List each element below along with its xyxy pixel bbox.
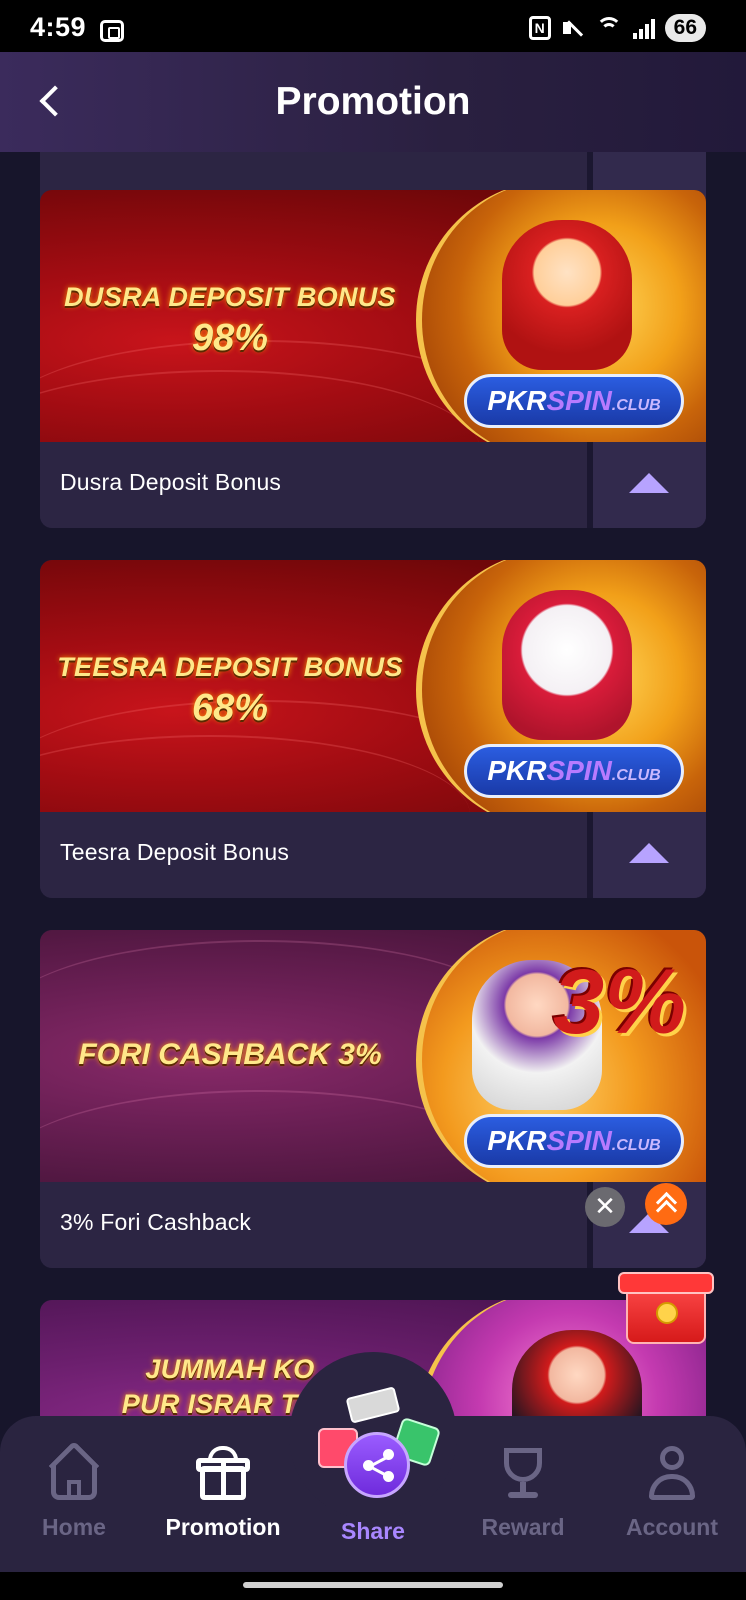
promotion-card[interactable]: TEESRA DEPOSIT BONUS 68% PKRSPIN.CLUB Te… xyxy=(40,560,706,898)
close-floating-button[interactable]: ✕ xyxy=(585,1187,625,1227)
banner-headline: DUSRA DEPOSIT BONUS 98% xyxy=(40,282,420,360)
status-icons: N 66 xyxy=(528,14,706,42)
gift-icon xyxy=(194,1444,252,1502)
nfc-icon: N xyxy=(528,16,551,40)
banner-percent: 68% xyxy=(191,687,269,729)
expand-button[interactable] xyxy=(593,812,706,898)
nav-promotion-label: Promotion xyxy=(165,1514,281,1540)
promotion-banner[interactable]: DUSRA DEPOSIT BONUS 98% PKRSPIN.CLUB xyxy=(40,190,706,442)
home-indicator[interactable] xyxy=(243,1582,503,1588)
brand-logo: PKRSPIN.CLUB xyxy=(464,744,684,798)
promotion-title: 3% Fori Cashback xyxy=(60,1209,252,1235)
gift-lid xyxy=(618,1272,714,1294)
nav-share[interactable] xyxy=(344,1432,410,1498)
banner-percent: 98% xyxy=(191,317,269,359)
promotion-list[interactable]: DUSRA DEPOSIT BONUS 98% PKRSPIN.CLUB Dus… xyxy=(0,152,746,1416)
banner-headline: TEESRA DEPOSIT BONUS 68% xyxy=(40,652,420,730)
page-title: Promotion xyxy=(275,80,471,123)
nav-home-label: Home xyxy=(42,1514,106,1540)
chevron-up-icon xyxy=(629,843,669,863)
user-icon xyxy=(643,1444,701,1502)
status-bar: 4:59 N 66 xyxy=(0,0,746,52)
expand-button[interactable] xyxy=(593,442,706,528)
promotion-title: Dusra Deposit Bonus xyxy=(60,469,282,495)
red-envelope-gift-button[interactable] xyxy=(612,1262,720,1348)
nav-reward-label: Reward xyxy=(481,1514,565,1540)
chevron-up-icon xyxy=(629,473,669,493)
cash-icon xyxy=(345,1386,401,1424)
home-icon xyxy=(45,1440,103,1502)
signal-icon xyxy=(632,17,655,39)
nav-promotion[interactable]: Promotion xyxy=(153,1444,293,1541)
nav-share-label: Share xyxy=(341,1518,405,1544)
promotion-title: Teesra Deposit Bonus xyxy=(60,839,290,865)
app-header: Promotion xyxy=(0,52,746,152)
character-illustration xyxy=(502,590,632,740)
banner-title: DUSRA DEPOSIT BONUS xyxy=(64,282,396,312)
battery-icon: 66 xyxy=(664,14,706,42)
cashback-percent-graphic: 3% xyxy=(553,951,686,1053)
trophy-icon xyxy=(494,1444,552,1502)
brand-logo: PKRSPIN.CLUB xyxy=(464,374,684,428)
coin-icon xyxy=(656,1302,678,1324)
status-time: 4:59 xyxy=(30,12,87,42)
promotion-banner[interactable]: TEESRA DEPOSIT BONUS 68% PKRSPIN.CLUB xyxy=(40,560,706,812)
mute-icon xyxy=(561,16,585,40)
nav-account[interactable]: Account xyxy=(602,1444,742,1541)
scroll-to-top-button[interactable] xyxy=(645,1183,687,1225)
screenshot-icon xyxy=(100,20,124,42)
nav-account-label: Account xyxy=(626,1514,718,1540)
promotion-card-footer: Dusra Deposit Bonus xyxy=(40,442,706,528)
promotion-card-footer: Teesra Deposit Bonus xyxy=(40,812,706,898)
character-illustration xyxy=(502,220,632,370)
share-icon xyxy=(363,1449,395,1483)
banner-title: TEESRA DEPOSIT BONUS xyxy=(57,652,403,682)
nav-reward[interactable]: Reward xyxy=(453,1444,593,1541)
promotion-banner[interactable]: FORI CASHBACK 3% 3% PKRSPIN.CLUB xyxy=(40,930,706,1182)
banner-headline: FORI CASHBACK 3% xyxy=(40,1034,420,1072)
promotion-card[interactable]: DUSRA DEPOSIT BONUS 98% PKRSPIN.CLUB Dus… xyxy=(40,190,706,528)
banner-title: FORI CASHBACK 3% xyxy=(78,1038,382,1071)
app-screen: 4:59 N 66 Promotion DUSRA DEPOSIT BONUS … xyxy=(0,0,746,1600)
nav-home[interactable]: Home xyxy=(4,1440,144,1541)
brand-logo: PKRSPIN.CLUB xyxy=(464,1114,684,1168)
wifi-icon xyxy=(595,17,623,39)
